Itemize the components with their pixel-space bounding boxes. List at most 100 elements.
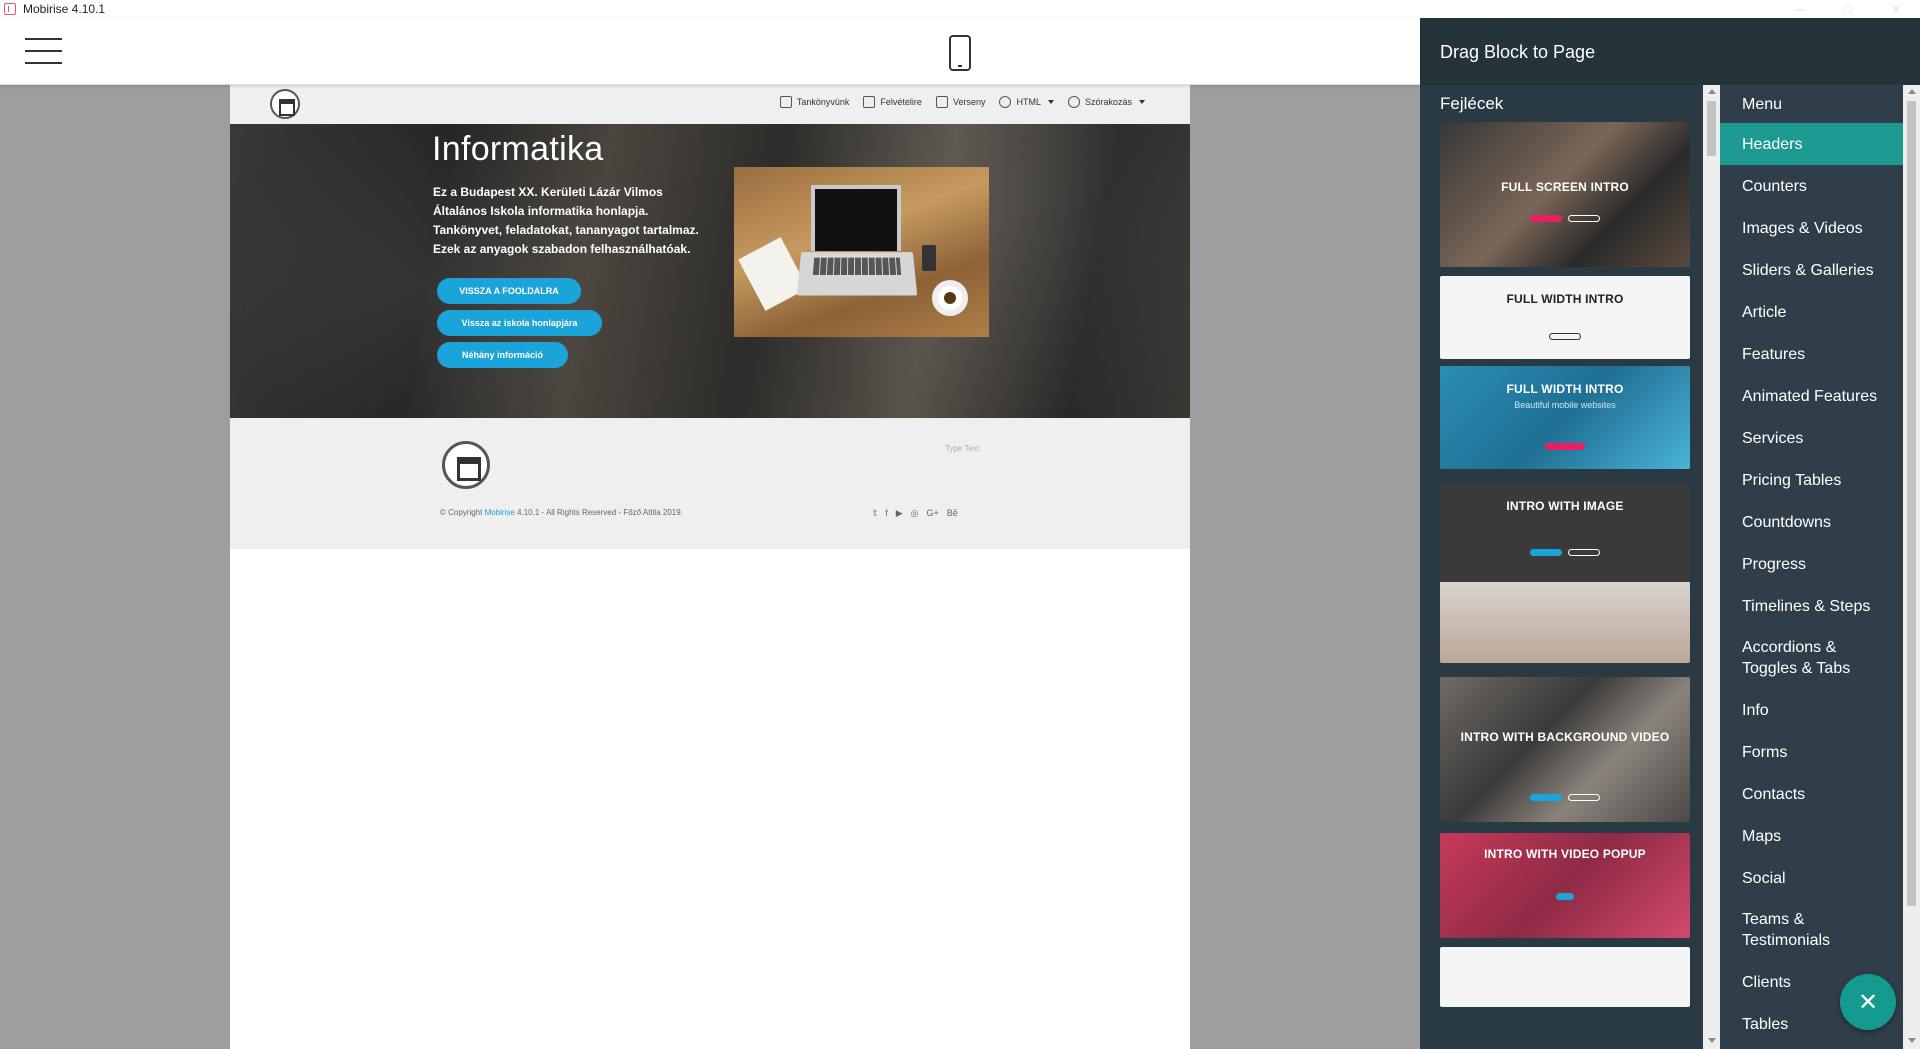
thumbs-up-icon <box>863 96 876 108</box>
behance-icon[interactable]: Bē <box>947 508 958 519</box>
category-sliders-galleries[interactable]: Sliders & Galleries <box>1720 249 1903 291</box>
twitter-icon[interactable]: 𝕥 <box>873 508 877 519</box>
rocket-icon <box>935 96 948 108</box>
thumb-button <box>1556 893 1574 900</box>
nav-item-szorakozas[interactable]: Szórakozás <box>1067 96 1145 108</box>
block-thumbnail[interactable]: INTRO WITH IMAGE <box>1440 483 1690 663</box>
scroll-thumb[interactable] <box>1707 101 1716 156</box>
category-counters[interactable]: Counters <box>1720 165 1903 207</box>
section-label: Fejlécek <box>1440 94 1504 113</box>
categories-scrollbar[interactable] <box>1903 85 1920 1049</box>
scroll-up-icon[interactable] <box>1908 89 1916 94</box>
window-controls: — □ ✕ <box>1760 0 1920 18</box>
restore-button[interactable]: □ <box>1824 0 1872 18</box>
category-headers[interactable]: Headers <box>1720 123 1903 165</box>
category-menu[interactable]: Menu <box>1720 85 1903 123</box>
block-thumbnail[interactable]: FULL SCREEN INTRO <box>1440 122 1690 267</box>
panel-title: Drag Block to Page <box>1440 42 1596 62</box>
thumb-button <box>1549 333 1581 340</box>
category-info[interactable]: Info <box>1720 689 1903 731</box>
category-social[interactable]: Social <box>1720 857 1903 899</box>
mobirise-link[interactable]: Mobirise <box>485 508 515 517</box>
thumb-subtitle: Beautiful mobile websites <box>1514 400 1616 410</box>
block-thumbnail[interactable] <box>1440 947 1690 1007</box>
thumb-secondary-button <box>1568 215 1600 222</box>
site-nav-links: Tankönyvünk Felvételire Verseny HTML Szó… <box>779 96 1145 108</box>
category-article[interactable]: Article <box>1720 291 1903 333</box>
laptop-keyboard-illustration <box>796 252 918 296</box>
notebook-illustration <box>738 237 808 311</box>
instagram-icon[interactable]: ◎ <box>911 508 919 519</box>
category-teams-testimonials[interactable]: Teams & Testimonials <box>1720 899 1850 961</box>
category-progress[interactable]: Progress <box>1720 543 1903 585</box>
category-forms[interactable]: Forms <box>1720 731 1903 773</box>
editor-toolbar <box>0 18 1420 85</box>
block-thumbnails: Fejlécek FULL SCREEN INTRO FULL WIDTH IN… <box>1420 85 1703 1049</box>
smile-icon <box>1067 96 1080 108</box>
back-to-home-button[interactable]: VISSZA A FOOLDALRA <box>437 278 581 304</box>
category-pricing-tables[interactable]: Pricing Tables <box>1720 459 1903 501</box>
laptop-illustration <box>811 185 901 251</box>
scroll-down-icon[interactable] <box>1908 1038 1916 1043</box>
close-icon: ✕ <box>1857 988 1879 1016</box>
google-plus-icon[interactable]: G+ <box>927 508 939 519</box>
nav-item-label: Verseny <box>952 97 986 107</box>
block-thumbnail[interactable]: FULL WIDTH INTRO Beautiful mobile websit… <box>1440 366 1690 469</box>
hero-description: Ez a Budapest XX. Kerületi Lázár Vilmos … <box>433 183 703 259</box>
close-window-button[interactable]: ✕ <box>1872 0 1920 18</box>
nav-item-tankonyvunk[interactable]: Tankönyvünk <box>779 96 850 108</box>
nav-item-label: HTML <box>1016 97 1041 107</box>
school-website-button[interactable]: Vissza az iskola honlapjára <box>437 310 602 336</box>
nav-item-html[interactable]: HTML <box>999 96 1054 108</box>
nav-item-label: Tankönyvünk <box>796 97 850 107</box>
category-images-videos[interactable]: Images & Videos <box>1720 207 1903 249</box>
scroll-down-icon[interactable] <box>1708 1038 1716 1043</box>
youtube-icon[interactable]: ▶ <box>896 508 903 519</box>
window-title: Mobirise 4.10.1 <box>23 2 106 16</box>
laptop-desk-image <box>734 167 989 337</box>
chevron-down-icon <box>1047 100 1054 104</box>
thumb-title: INTRO WITH IMAGE <box>1506 499 1624 513</box>
close-panel-button[interactable]: ✕ <box>1840 974 1896 1030</box>
coffee-cup-illustration <box>932 280 968 316</box>
copyright-prefix: © Copyright <box>440 508 485 517</box>
thumbnails-scrollbar[interactable] <box>1703 85 1720 1049</box>
panel-header: Drag Block to Page <box>1420 18 1920 85</box>
hero-text-line: Tankönyvet, feladatokat, tananyagot tart… <box>433 223 699 237</box>
footer-type-text[interactable]: Type Text <box>945 444 979 453</box>
site-page-preview: Tankönyvünk Felvételire Verseny HTML Szó… <box>230 85 1190 1049</box>
category-accordions-toggles-tabs[interactable]: Accordions & Toggles & Tabs <box>1720 627 1870 689</box>
nav-item-verseny[interactable]: Verseny <box>935 96 986 108</box>
hero-text-line: Ezek az anyagok szabadon felhasználhatóa… <box>433 242 691 256</box>
phone-illustration <box>922 245 936 271</box>
block-thumbnail[interactable]: INTRO WITH VIDEO POPUP <box>1440 833 1690 938</box>
editor-workspace: Tankönyvünk Felvételire Verseny HTML Szó… <box>0 85 1420 1049</box>
information-button[interactable]: Néhány információ <box>437 342 568 368</box>
thumb-primary-button <box>1530 549 1562 556</box>
hamburger-menu-icon[interactable] <box>25 38 62 64</box>
minimize-button[interactable]: — <box>1776 0 1824 18</box>
category-contacts[interactable]: Contacts <box>1720 773 1903 815</box>
category-features[interactable]: Features <box>1720 333 1903 375</box>
facebook-icon[interactable]: f <box>885 508 888 519</box>
category-timelines-steps[interactable]: Timelines & Steps <box>1720 585 1903 627</box>
scroll-up-icon[interactable] <box>1708 89 1716 94</box>
category-services[interactable]: Services <box>1720 417 1903 459</box>
block-thumbnail[interactable]: INTRO WITH BACKGROUND VIDEO <box>1440 677 1690 822</box>
hero-section[interactable]: Informatika Ez a Budapest XX. Kerületi L… <box>230 124 1190 418</box>
blocks-panel: Drag Block to Page Fejlécek FULL SCREEN … <box>1420 18 1920 1049</box>
nav-item-label: Felvételire <box>880 97 922 107</box>
school-logo-icon <box>442 441 490 489</box>
category-countdowns[interactable]: Countdowns <box>1720 501 1903 543</box>
mobile-preview-icon[interactable] <box>949 35 971 71</box>
footer-copyright: © Copyright Mobirise 4.10.1 - All Rights… <box>440 508 683 517</box>
monitor-icon <box>779 96 792 108</box>
category-maps[interactable]: Maps <box>1720 815 1903 857</box>
thumb-button <box>1545 443 1585 450</box>
scroll-thumb[interactable] <box>1907 101 1916 906</box>
category-animated-features[interactable]: Animated Features <box>1720 375 1903 417</box>
nav-item-felvetelire[interactable]: Felvételire <box>863 96 922 108</box>
school-logo-icon[interactable] <box>270 89 300 119</box>
social-icons: 𝕥 f ▶ ◎ G+ Bē <box>873 508 958 519</box>
block-thumbnail[interactable]: FULL WIDTH INTRO <box>1440 276 1690 359</box>
